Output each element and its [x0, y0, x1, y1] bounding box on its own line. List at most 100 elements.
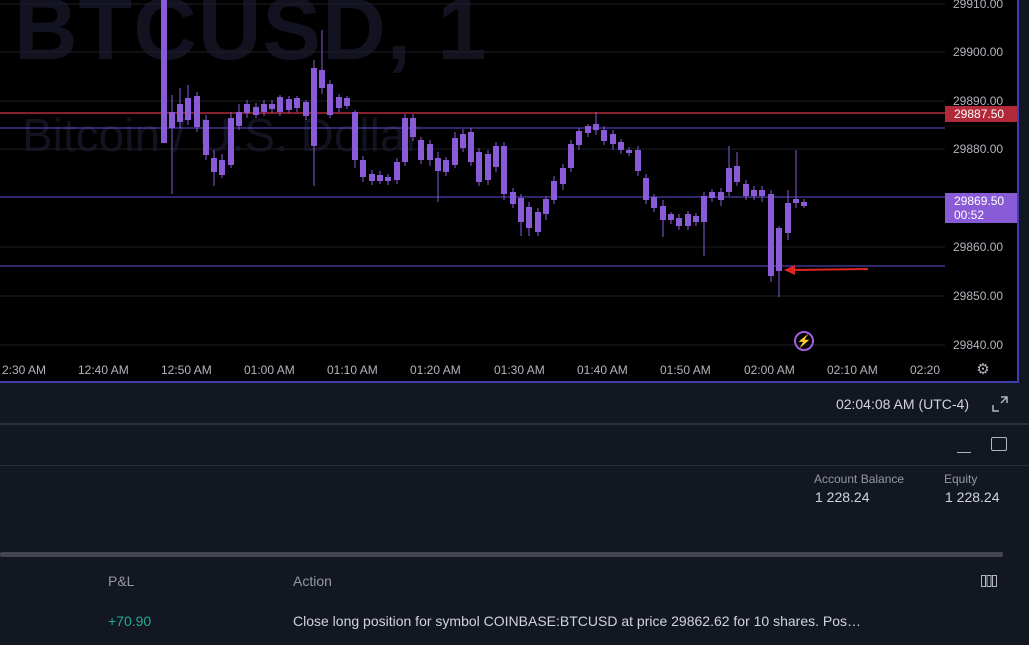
candlestick-chart[interactable]: 29910.00 29900.00 29890.00 29880.00 2986…: [0, 0, 1017, 381]
candle-body: [610, 134, 616, 144]
candle-body: [576, 131, 582, 145]
horizontal-scrollbar[interactable]: [0, 552, 1003, 557]
candle-body: [336, 97, 342, 108]
candle-body: [568, 144, 574, 168]
candle-body: [169, 112, 175, 128]
candle-body: [734, 166, 740, 182]
candle-body: [785, 203, 791, 233]
candle-body: [718, 192, 724, 200]
hline-price-tag: 29887.50: [945, 106, 1017, 122]
candle-body: [793, 199, 799, 203]
candle-body: [468, 132, 474, 162]
candle-body: [643, 178, 649, 200]
candle-body: [327, 84, 333, 115]
candle-body: [443, 160, 449, 172]
time-label: 01:10 AM: [327, 363, 378, 377]
candle-body: [244, 104, 250, 113]
equity-value: 1 228.24: [945, 489, 1000, 505]
chart-area[interactable]: BTCUSD, 1 Bitcoin / U.S. Dollar 29910.00…: [0, 0, 1019, 383]
candle-body: [269, 104, 275, 109]
candle-body: [385, 177, 391, 181]
time-label: 01:50 AM: [660, 363, 711, 377]
price-label: 29880.00: [953, 142, 1003, 156]
minimize-icon[interactable]: [957, 452, 971, 453]
last-price-tag: 29869.50 00:52: [945, 193, 1017, 223]
column-header-action[interactable]: Action: [293, 573, 332, 589]
time-label: 01:00 AM: [244, 363, 295, 377]
candle-body: [518, 198, 524, 222]
candle-body: [601, 130, 607, 141]
candle-body: [685, 214, 691, 226]
candle-body: [177, 104, 183, 122]
candle-body: [693, 216, 699, 222]
arrow-annotation-shaft: [792, 268, 869, 271]
candle-body: [286, 99, 292, 110]
candle-body: [485, 154, 491, 180]
time-label: 01:20 AM: [410, 363, 461, 377]
candle-body: [776, 228, 782, 271]
candle-body: [585, 126, 591, 133]
clock: 02:04:08 AM (UTC-4): [835, 396, 969, 412]
candle-body: [319, 70, 325, 88]
candle-body: [236, 112, 242, 126]
candle-body: [344, 98, 350, 106]
time-label: 12:50 AM: [161, 363, 212, 377]
time-label: 01:30 AM: [494, 363, 545, 377]
candle-body: [161, 0, 167, 143]
table-row-pnl: +70.90: [108, 613, 152, 629]
columns-settings-icon[interactable]: [981, 575, 997, 587]
candle-body: [360, 160, 366, 177]
candle-body: [253, 107, 259, 115]
candle-body: [219, 160, 225, 175]
candle-body: [618, 142, 624, 150]
price-label: 29840.00: [953, 338, 1003, 352]
candle-body: [751, 190, 757, 196]
candle-body: [493, 146, 499, 167]
expand-icon[interactable]: [992, 396, 1008, 412]
candle-body: [651, 197, 657, 208]
candle-body: [593, 124, 599, 130]
candle-body: [352, 112, 358, 160]
candle-body: [228, 118, 234, 165]
time-status-bar: 02:04:08 AM (UTC-4): [0, 383, 1029, 423]
candle-body: [526, 207, 532, 228]
candle-body: [768, 194, 774, 276]
candle-body: [510, 192, 516, 204]
candle-body: [460, 134, 466, 148]
gear-icon[interactable]: ⚙: [975, 362, 991, 378]
equity-label: Equity: [944, 472, 978, 486]
time-label: 02:20: [910, 363, 940, 377]
time-label: 12:40 AM: [78, 363, 129, 377]
candle-body: [303, 102, 309, 116]
table-row-action: Close long position for symbol COINBASE:…: [293, 613, 862, 629]
candle-body: [668, 214, 674, 220]
candle-body: [476, 152, 482, 182]
candle-body: [185, 98, 191, 120]
lightning-icon[interactable]: ⚡: [794, 331, 814, 351]
candle-body: [394, 162, 400, 180]
time-label: 01:40 AM: [577, 363, 628, 377]
time-label: 02:00 AM: [744, 363, 795, 377]
candle-body: [427, 144, 433, 160]
candle-body: [402, 118, 408, 162]
candle-body: [801, 202, 807, 206]
candle-body: [277, 97, 283, 112]
time-label: 02:10 AM: [827, 363, 878, 377]
candle-body: [452, 138, 458, 165]
candle-body: [543, 199, 549, 214]
maximize-icon[interactable]: [991, 437, 1007, 451]
account-balance-value: 1 228.24: [815, 489, 870, 505]
candle-body: [551, 181, 557, 200]
time-label: 2:30 AM: [2, 363, 46, 377]
candle-body: [660, 206, 666, 220]
candle-body: [635, 150, 641, 171]
column-header-pnl[interactable]: P&L: [108, 573, 134, 589]
candle-body: [759, 190, 765, 196]
candle-body: [211, 158, 217, 172]
candle-body: [377, 175, 383, 181]
candle-body: [410, 118, 416, 137]
candle-body: [701, 196, 707, 222]
candle-body: [501, 146, 507, 194]
candle-body: [311, 68, 317, 146]
price-label: 29860.00: [953, 240, 1003, 254]
